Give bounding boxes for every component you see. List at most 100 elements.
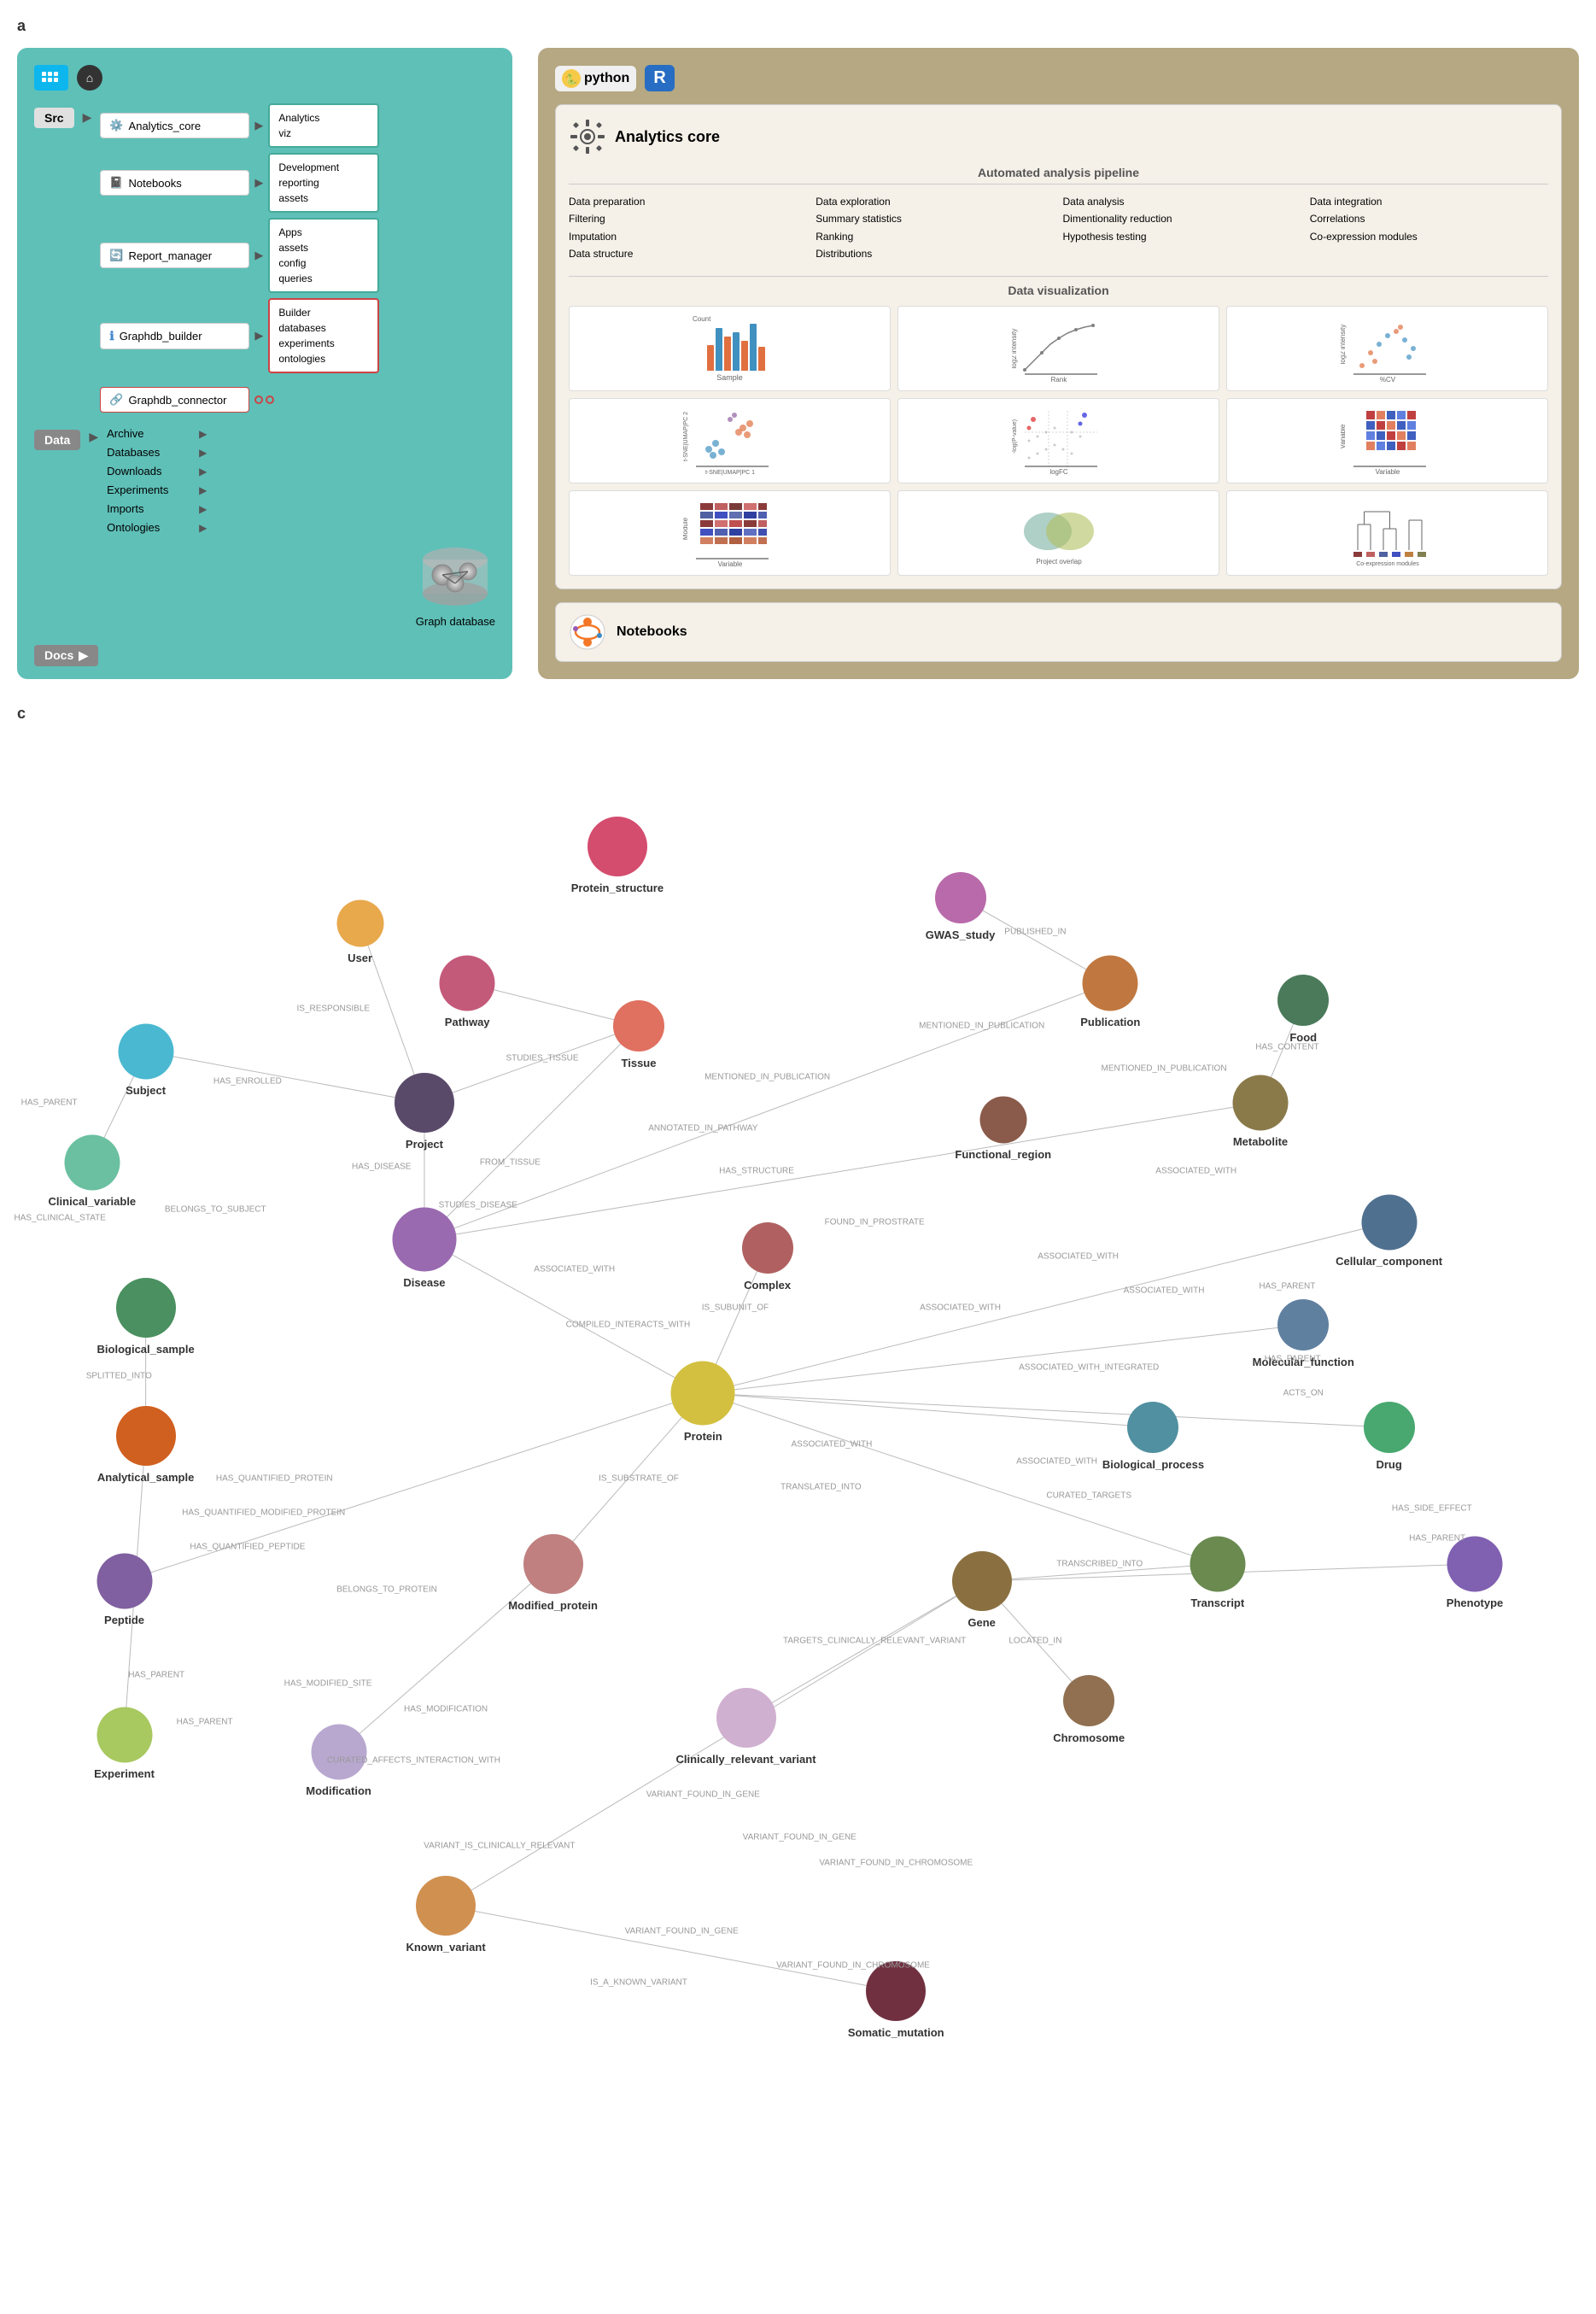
svg-text:t-SNE|UMAP|PC 2: t-SNE|UMAP|PC 2 bbox=[683, 411, 689, 460]
edge-label-44: SPLITTED_INTO bbox=[86, 1371, 152, 1380]
edge-label-23: HAS_MODIFIED_SITE bbox=[284, 1678, 372, 1688]
network-node-somatic_mutation bbox=[866, 1961, 926, 2021]
network-node-label-publication: Publication bbox=[1080, 1016, 1140, 1028]
network-node-subject bbox=[118, 1023, 173, 1079]
network-node-biological_process bbox=[1127, 1402, 1178, 1453]
edge-label-16: ASSOCIATED_WITH bbox=[792, 1439, 873, 1449]
network-node-user bbox=[336, 899, 383, 946]
docker-icon bbox=[34, 65, 68, 91]
graphdb-out1: Builder bbox=[278, 305, 369, 320]
data-section: Data ▶ Archive ▶ Databases ▶ Downloads ▶… bbox=[34, 425, 495, 536]
svg-text:Variable: Variable bbox=[717, 560, 742, 568]
network-node-cellular_component bbox=[1361, 1194, 1417, 1250]
network-node-project bbox=[395, 1073, 454, 1133]
analytics-core-header: Analytics core bbox=[569, 118, 1548, 155]
edge-label-0: HAS_PARENT bbox=[21, 1098, 78, 1107]
heatmap-chart: Variable bbox=[1226, 398, 1548, 483]
edge-label-37: FOUND_IN_PROSTRATE bbox=[825, 1217, 925, 1227]
network-node-label-tissue: Tissue bbox=[622, 1057, 657, 1069]
edge-label-49: ASSOCIATED_WITH_INTEGRATED bbox=[1019, 1362, 1159, 1372]
network-node-label-clinically_relevant: Clinically_relevant_variant bbox=[676, 1753, 816, 1766]
network-node-publication bbox=[1083, 955, 1138, 1011]
edge-label-54: HAS_STRUCTURE bbox=[719, 1166, 794, 1175]
network-node-label-disease: Disease bbox=[403, 1276, 445, 1289]
network-node-modification bbox=[311, 1724, 366, 1779]
network-edge bbox=[125, 1393, 704, 1581]
network-node-protein bbox=[671, 1361, 735, 1425]
data-archive: Archive ▶ bbox=[107, 425, 207, 442]
imports-label: Imports bbox=[107, 502, 192, 515]
p3-item2: Dimentionality reduction bbox=[1063, 210, 1301, 227]
svg-text:logFC: logFC bbox=[1049, 468, 1068, 476]
archive-label: Archive bbox=[107, 427, 192, 440]
network-node-experiment bbox=[96, 1707, 152, 1762]
svg-text:⌂: ⌂ bbox=[86, 71, 93, 85]
edge-label-33: PUBLISHED_IN bbox=[1004, 927, 1066, 936]
databases-arrow: ▶ bbox=[199, 447, 207, 459]
network-node-label-experiment: Experiment bbox=[94, 1767, 155, 1780]
data-label: Data bbox=[34, 430, 80, 450]
graphdb-out2: databases bbox=[278, 320, 369, 336]
edge-label-24: CURATED_AFFECTS_INTERACTION_WITH bbox=[327, 1755, 500, 1765]
p2-item2: Summary statistics bbox=[816, 210, 1054, 227]
network-node-label-biological_sample: Biological_sample bbox=[97, 1343, 195, 1356]
src-section: Src ▶ ⚙️ Analytics_core ▶ Analytics viz bbox=[34, 103, 495, 413]
network-node-label-transcript: Transcript bbox=[1190, 1596, 1244, 1609]
graph-db-svg bbox=[417, 534, 494, 611]
edge-label-15: BELONGS_TO_PROTEIN bbox=[336, 1585, 437, 1594]
network-container: Protein_structureUserPathwayGWAS_studyTi… bbox=[17, 744, 1571, 2077]
graphdb-out4: ontologies bbox=[278, 351, 369, 366]
report-out4: queries bbox=[278, 271, 369, 286]
svg-text:t-SNE|UMAP|PC 1: t-SNE|UMAP|PC 1 bbox=[704, 470, 754, 476]
pipeline-header: Automated analysis pipeline bbox=[569, 166, 1548, 185]
network-node-label-pathway: Pathway bbox=[445, 1016, 490, 1028]
src-item-graphdb-builder: ℹ Graphdb_builder ▶ Builder databases ex… bbox=[100, 298, 495, 373]
notebooks-out2: reporting bbox=[278, 175, 369, 190]
edge-label-28: VARIANT_FOUND_IN_GENE bbox=[743, 1832, 856, 1842]
edge-label-9: ASSOCIATED_WITH bbox=[534, 1264, 615, 1274]
r-logo: R bbox=[645, 65, 674, 91]
edge-label-26: VARIANT_FOUND_IN_GENE bbox=[646, 1790, 760, 1799]
network-node-tissue bbox=[613, 1000, 664, 1052]
network-node-label-modification: Modification bbox=[306, 1784, 371, 1797]
notebooks-output: Development reporting assets bbox=[268, 153, 379, 213]
edge-label-36: ASSOCIATED_WITH bbox=[1155, 1166, 1236, 1175]
ontologies-arrow: ▶ bbox=[199, 522, 207, 534]
edge-label-48: BELONGS_TO_SUBJECT bbox=[165, 1204, 266, 1214]
network-node-label-cellular_component: Cellular_component bbox=[1336, 1255, 1442, 1268]
edge-label-42: HAS_SIDE_EFFECT bbox=[1392, 1503, 1472, 1513]
graphdb-connector-row: 🔗 Graphdb_connector bbox=[100, 387, 495, 413]
network-node-food bbox=[1277, 975, 1329, 1026]
report-out1: Apps bbox=[278, 225, 369, 240]
src-item-analytics: ⚙️ Analytics_core ▶ Analytics viz bbox=[100, 103, 495, 148]
network-node-clinical_variable bbox=[64, 1134, 120, 1190]
ontologies-label: Ontologies bbox=[107, 521, 192, 534]
report-icon: 🔄 bbox=[109, 249, 123, 262]
p1-item2: Filtering bbox=[569, 210, 807, 227]
edge-label-10: COMPILED_INTERACTS_WITH bbox=[566, 1320, 691, 1329]
network-node-label-somatic_mutation: Somatic_mutation bbox=[848, 2026, 944, 2039]
edge-label-1: HAS_ENROLLED bbox=[213, 1076, 282, 1086]
edge-label-40: ACTS_ON bbox=[1283, 1388, 1324, 1397]
python-icon: 🐍 bbox=[562, 69, 581, 88]
notebooks-out1: Development bbox=[278, 160, 369, 175]
data-items: Archive ▶ Databases ▶ Downloads ▶ Experi… bbox=[107, 425, 207, 536]
data-arrow: ▶ bbox=[89, 430, 98, 536]
network-node-functional_region bbox=[979, 1096, 1026, 1143]
edge-label-34: MENTIONED_IN_PUBLICATION bbox=[919, 1021, 1044, 1030]
graphdb-builder-box: ℹ Graphdb_builder bbox=[100, 323, 249, 349]
p1-item1: Data preparation bbox=[569, 193, 807, 210]
edge-label-11: IS_SUBUNIT_OF bbox=[702, 1303, 769, 1312]
data-downloads: Downloads ▶ bbox=[107, 463, 207, 479]
network-node-chromosome bbox=[1063, 1675, 1114, 1726]
network-node-modified_protein bbox=[523, 1534, 583, 1594]
python-logo: 🐍 python bbox=[555, 66, 636, 91]
panel-c: Protein_structureUserPathwayGWAS_studyTi… bbox=[17, 744, 1579, 2111]
network-node-complex bbox=[742, 1222, 793, 1274]
pipeline-grid: Data preparation Filtering Imputation Da… bbox=[569, 193, 1548, 263]
edge-label-4: HAS_DISEASE bbox=[352, 1162, 411, 1171]
network-node-label-known_variant: Known_variant bbox=[406, 1941, 485, 1954]
archive-arrow: ▶ bbox=[199, 428, 207, 440]
notebooks-icon: 📓 bbox=[109, 176, 123, 190]
edge-label-22: TARGETS_CLINICALLY_RELEVANT_VARIANT bbox=[783, 1636, 966, 1645]
